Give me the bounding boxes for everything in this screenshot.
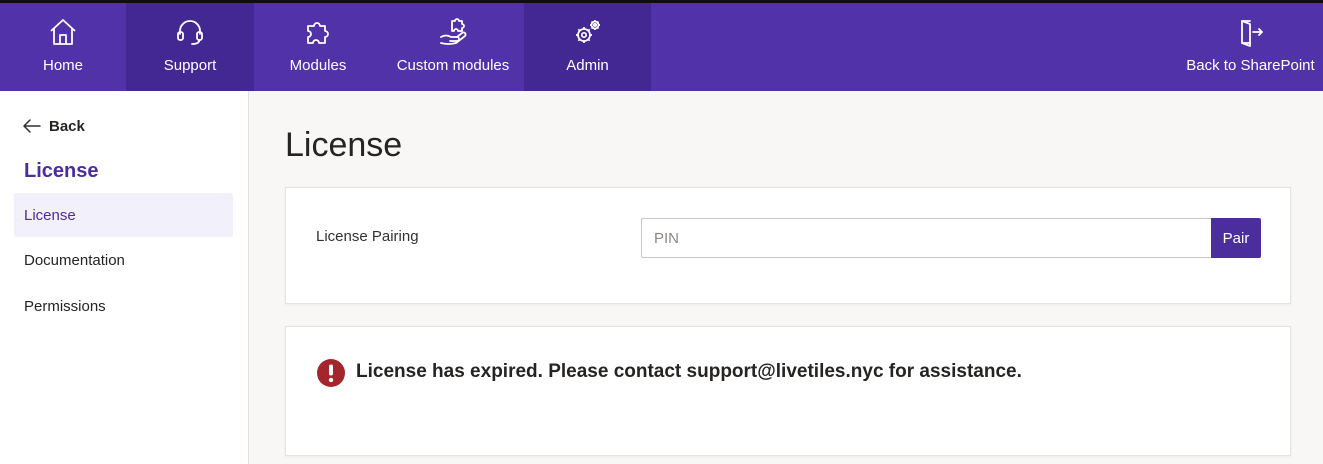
headset-icon — [175, 17, 205, 47]
nav-custom-modules-label: Custom modules — [396, 57, 510, 74]
hand-puzzle-icon — [438, 17, 468, 47]
gears-icon — [573, 17, 603, 47]
license-pairing-label: License Pairing — [316, 228, 419, 245]
back-link[interactable]: Back — [22, 115, 85, 137]
nav-admin[interactable]: Admin — [524, 3, 651, 91]
nav-back-to-sharepoint[interactable]: Back to SharePoint — [1178, 3, 1323, 91]
back-link-label: Back — [49, 117, 85, 135]
license-alert-card: License has expired. Please contact supp… — [285, 326, 1291, 456]
sidebar-item-label: Documentation — [24, 251, 125, 269]
sidebar-item-permissions[interactable]: Permissions — [14, 284, 233, 328]
error-exclamation-icon — [316, 358, 346, 388]
nav-modules[interactable]: Modules — [254, 3, 382, 91]
nav-home[interactable]: Home — [0, 3, 126, 91]
nav-modules-label: Modules — [289, 57, 347, 74]
exit-door-icon — [1236, 17, 1266, 47]
nav-custom-modules[interactable]: Custom modules — [382, 3, 524, 91]
nav-support[interactable]: Support — [126, 3, 254, 91]
nav-home-label: Home — [42, 57, 83, 74]
arrow-left-icon — [23, 119, 41, 133]
pair-button[interactable]: Pair — [1211, 218, 1261, 258]
license-pairing-card: License Pairing Pair — [285, 187, 1291, 304]
sidebar-item-license[interactable]: License — [14, 193, 233, 237]
sidebar-item-label: Permissions — [24, 297, 106, 315]
nav-admin-label: Admin — [566, 57, 609, 74]
sidebar-item-label: License — [24, 206, 76, 224]
sidebar-title: License — [24, 160, 99, 182]
sidebar-item-documentation[interactable]: Documentation — [14, 238, 233, 282]
home-icon — [48, 17, 78, 47]
license-expired-message: License has expired. Please contact supp… — [356, 361, 1022, 382]
page-title: License — [285, 126, 403, 164]
puzzle-icon — [303, 17, 333, 47]
pin-input[interactable] — [641, 218, 1211, 258]
nav-back-to-sharepoint-label: Back to SharePoint — [1186, 57, 1315, 74]
sidebar: Back License License Documentation Permi… — [0, 91, 249, 464]
top-nav-bar: Home Support Modules Custom modules Admi… — [0, 0, 1323, 91]
nav-support-label: Support — [163, 57, 217, 74]
